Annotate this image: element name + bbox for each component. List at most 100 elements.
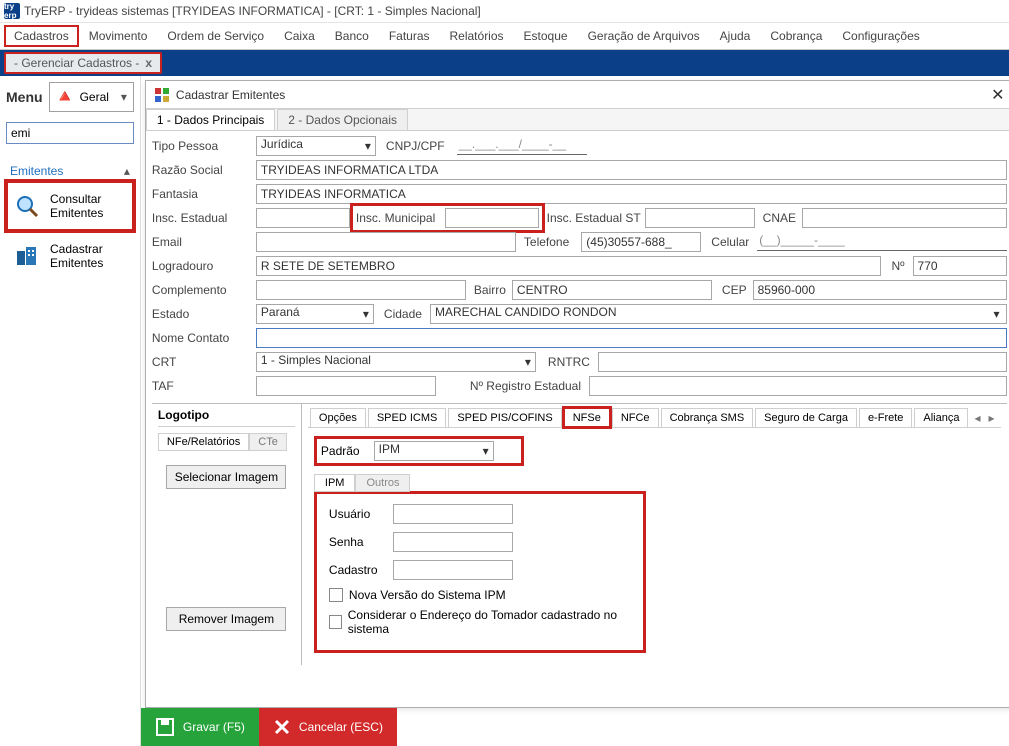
menu-category-select[interactable]: 🔺 Geral ▾ [49, 82, 134, 112]
insc-estadual-st-field[interactable] [645, 208, 755, 228]
opt-tab-nfce[interactable]: NFCe [612, 408, 659, 427]
sidebar-item-consultar-emitentes[interactable]: Consultar Emitentes [6, 181, 134, 231]
chk-nova-versao[interactable] [329, 588, 343, 602]
logo-tab-nfe[interactable]: NFe/Relatórios [158, 433, 249, 451]
tipo-pessoa-select[interactable]: Jurídica▾ [256, 136, 376, 156]
label-reg-estadual: Nº Registro Estadual [470, 379, 581, 393]
cancel-button[interactable]: Cancelar (ESC) [259, 708, 397, 746]
opt-tab-efrete[interactable]: e-Frete [859, 408, 912, 427]
menu-movimento[interactable]: Movimento [79, 25, 158, 47]
menu-estoque[interactable]: Estoque [514, 25, 578, 47]
taf-field[interactable] [256, 376, 436, 396]
collapse-icon: ▴ [124, 164, 130, 178]
label-complemento: Complemento [152, 283, 256, 297]
menu-ordem-servico[interactable]: Ordem de Serviço [157, 25, 274, 47]
estado-select[interactable]: Paraná▾ [256, 304, 374, 324]
tab-dados-principais[interactable]: 1 - Dados Principais [146, 109, 275, 130]
complemento-field[interactable] [256, 280, 466, 300]
label-celular: Celular [711, 235, 749, 249]
label-crt: CRT [152, 355, 256, 369]
cep-field[interactable] [753, 280, 1007, 300]
label-tipo-pessoa: Tipo Pessoa [152, 139, 256, 153]
insc-municipal-field[interactable] [445, 208, 539, 228]
cidade-select[interactable]: MARECHAL CANDIDO RONDON▾ [430, 304, 1007, 324]
menu-category-value: Geral [80, 90, 109, 104]
chevron-down-icon: ▾ [483, 444, 489, 458]
celular-field[interactable]: (__)_____-____ [757, 233, 1006, 251]
cnpj-cpf-field[interactable]: __.___.___/____-__ [457, 137, 587, 155]
opt-tab-nfse[interactable]: NFSe [564, 408, 610, 427]
menu-geracao-arquivos[interactable]: Geração de Arquivos [578, 25, 710, 47]
sub-tab-outros[interactable]: Outros [355, 474, 410, 492]
numero-field[interactable] [913, 256, 1007, 276]
ipm-senha-field[interactable] [393, 532, 513, 552]
reg-estadual-field[interactable] [589, 376, 1007, 396]
menu-faturas[interactable]: Faturas [379, 25, 440, 47]
tab-dados-opcionais[interactable]: 2 - Dados Opcionais [277, 109, 408, 130]
menu-relatorios[interactable]: Relatórios [440, 25, 514, 47]
sidebar: Menu 🔺 Geral ▾ Emitentes ▴ Consultar Emi… [0, 76, 141, 746]
close-icon[interactable]: x [145, 56, 152, 70]
tabs-scroll-left-icon[interactable]: ◂ [970, 411, 984, 425]
opt-tab-opcoes[interactable]: Opções [310, 408, 366, 427]
menubar: Cadastros Movimento Ordem de Serviço Cai… [0, 22, 1009, 50]
label-telefone: Telefone [524, 235, 569, 249]
doc-tab-gerenciar-cadastros[interactable]: - Gerenciar Cadastros - x [4, 52, 162, 74]
sub-tab-ipm[interactable]: IPM [314, 474, 356, 492]
razao-social-field[interactable] [256, 160, 1007, 180]
telefone-field[interactable] [581, 232, 701, 252]
rntrc-field[interactable] [598, 352, 1007, 372]
label-nome-contato: Nome Contato [152, 331, 256, 345]
main-tabs: 1 - Dados Principais 2 - Dados Opcionais [146, 109, 1009, 131]
save-label: Gravar (F5) [183, 720, 245, 734]
fantasia-field[interactable] [256, 184, 1007, 204]
ipm-cadastro-field[interactable] [393, 560, 513, 580]
select-image-button[interactable]: Selecionar Imagem [166, 465, 286, 489]
label-insc-estadual: Insc. Estadual [152, 211, 256, 225]
label-senha: Senha [329, 535, 393, 549]
crt-select[interactable]: 1 - Simples Nacional▾ [256, 352, 536, 372]
label-cnae: CNAE [763, 211, 796, 225]
window-close-icon[interactable]: ✕ [991, 85, 1004, 105]
padrao-select[interactable]: IPM▾ [374, 441, 494, 461]
opt-tab-alianca[interactable]: Aliança [914, 408, 968, 427]
label-rntrc: RNTRC [548, 355, 590, 369]
doc-tab-label: - Gerenciar Cadastros - [14, 56, 139, 70]
logradouro-field[interactable] [256, 256, 882, 276]
insc-estadual-field[interactable] [256, 208, 350, 228]
opt-tab-sped-pis[interactable]: SPED PIS/COFINS [448, 408, 561, 427]
bairro-field[interactable] [512, 280, 712, 300]
sidebar-item-label: Consultar Emitentes [50, 192, 126, 220]
menu-cobranca[interactable]: Cobrança [760, 25, 832, 47]
menu-ajuda[interactable]: Ajuda [710, 25, 761, 47]
opt-tab-cobranca-sms[interactable]: Cobrança SMS [661, 408, 754, 427]
opt-tab-sped-icms[interactable]: SPED ICMS [368, 408, 447, 427]
cnae-field[interactable] [802, 208, 1007, 228]
label-logradouro: Logradouro [152, 259, 256, 273]
sidebar-item-cadastrar-emitentes[interactable]: Cadastrar Emitentes [6, 231, 134, 281]
menu-search-input[interactable] [6, 122, 134, 144]
menu-configuracoes[interactable]: Configurações [832, 25, 929, 47]
menu-caixa[interactable]: Caixa [274, 25, 325, 47]
tabs-scroll-right-icon[interactable]: ▸ [985, 411, 999, 425]
logo-tab-cte[interactable]: CTe [249, 433, 287, 451]
menu-heading: Menu [6, 89, 43, 105]
padrao-row: Padrão IPM▾ [314, 436, 524, 466]
sidebar-item-label: Cadastrar Emitentes [50, 242, 126, 270]
label-cnpj-cpf: CNPJ/CPF [386, 139, 445, 153]
ipm-config-box: Usuário Senha Cadastro [314, 491, 646, 653]
chk-endereco-tomador[interactable] [329, 615, 342, 629]
email-field[interactable] [256, 232, 516, 252]
remove-image-button[interactable]: Remover Imagem [166, 607, 286, 631]
section-emitentes-head[interactable]: Emitentes ▴ [6, 162, 134, 180]
nome-contato-field[interactable] [256, 328, 1007, 348]
chevron-down-icon: ▾ [525, 355, 531, 369]
ipm-usuario-field[interactable] [393, 504, 513, 524]
label-numero: Nº [891, 259, 904, 273]
menu-banco[interactable]: Banco [325, 25, 379, 47]
opt-tab-seguro[interactable]: Seguro de Carga [755, 408, 857, 427]
menu-cadastros[interactable]: Cadastros [4, 25, 79, 47]
label-bairro: Bairro [474, 283, 506, 297]
save-button[interactable]: Gravar (F5) [141, 708, 259, 746]
logo-pane-head: Logotipo [158, 408, 295, 427]
